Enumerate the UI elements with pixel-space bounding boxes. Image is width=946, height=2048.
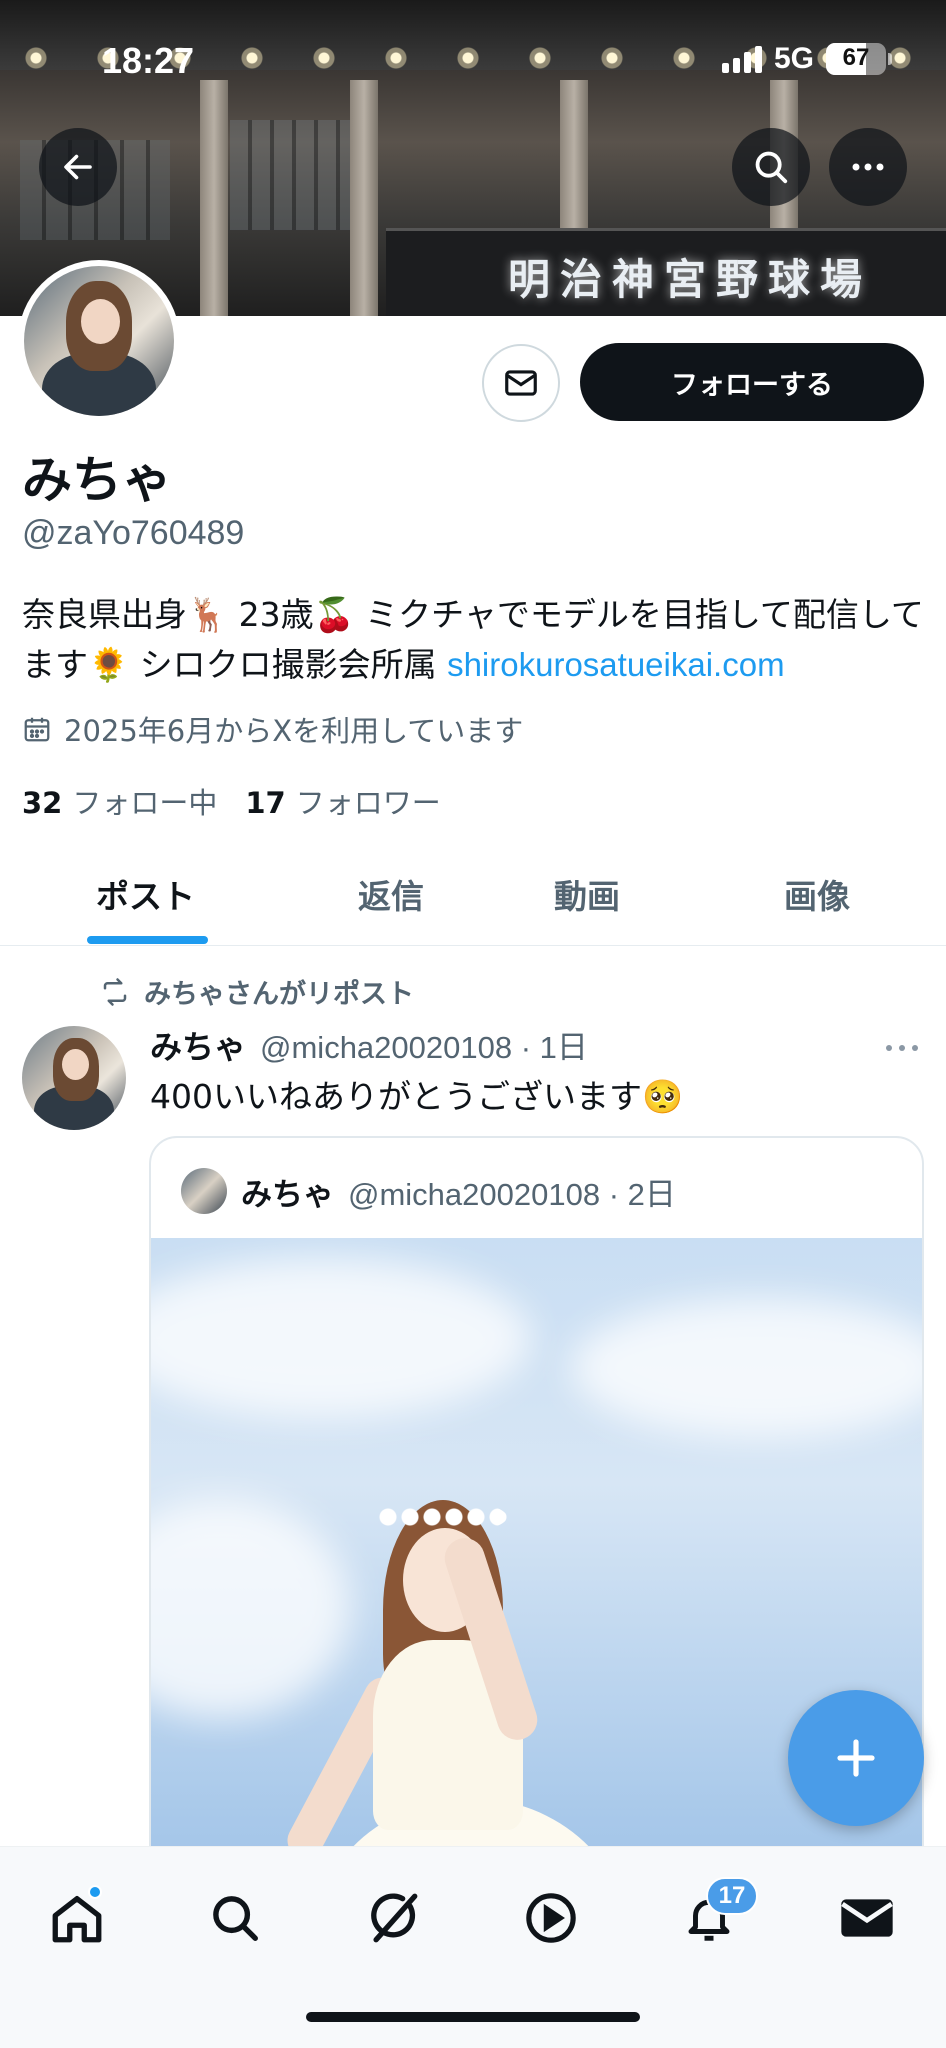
follow-stats: 32 フォロー中 17 フォロワー xyxy=(22,780,441,822)
arrow-left-icon xyxy=(64,154,92,180)
post-author-avatar[interactable] xyxy=(22,1026,126,1130)
nav-messages[interactable] xyxy=(828,1879,906,1957)
nav-search[interactable] xyxy=(196,1879,274,1957)
battery-nub xyxy=(888,53,892,65)
tab-replies[interactable]: 返信 xyxy=(358,870,424,918)
calendar-icon xyxy=(24,717,50,742)
banner-sign-text: 明治神宮野球場 xyxy=(508,255,873,304)
followers-label: フォロワー xyxy=(295,786,441,820)
post-more-button[interactable] xyxy=(884,1026,920,1061)
notifications-badge: 17 xyxy=(706,1877,758,1915)
post-author-name[interactable]: みちゃ xyxy=(150,1022,246,1068)
profile-tabs: ポスト 返信 動画 画像 xyxy=(0,840,946,946)
quoted-author-handle: @micha20020108 · 2日 xyxy=(348,1169,676,1214)
tab-media[interactable]: 画像 xyxy=(784,870,850,918)
follow-button[interactable]: フォローする xyxy=(580,343,924,421)
more-horizontal-icon xyxy=(886,1045,918,1051)
quoted-author-avatar xyxy=(181,1168,227,1214)
followers-link[interactable]: 17 フォロワー xyxy=(245,780,440,822)
back-button[interactable] xyxy=(39,128,117,206)
avatar-face xyxy=(81,299,120,344)
more-options-button[interactable] xyxy=(829,128,907,206)
tab-videos[interactable]: 動画 xyxy=(554,870,620,918)
repost-icon xyxy=(103,977,127,1006)
post-text: 400いいねありがとうございます🥺 xyxy=(150,1077,684,1116)
profile-bio: 奈良県出身🦌 23歳🍒 ミクチャでモデルを目指して配信してます🌻 シロクロ撮影会… xyxy=(22,590,932,690)
banner-window xyxy=(230,120,350,230)
nav-grok[interactable] xyxy=(354,1879,432,1957)
search-icon xyxy=(213,1896,258,1941)
more-horizontal-icon xyxy=(852,163,884,171)
banner-pillar xyxy=(200,80,228,316)
profile-avatar[interactable] xyxy=(18,260,180,422)
sky-cloud xyxy=(571,1298,922,1438)
following-label: フォロー中 xyxy=(72,786,218,820)
quoted-author-name: みちゃ xyxy=(241,1176,334,1213)
tab-posts[interactable]: ポスト xyxy=(96,870,195,918)
status-indicators: 5G 67 xyxy=(721,42,892,76)
plus-icon xyxy=(837,1739,875,1777)
joined-date: 2025年6月からXを利用しています xyxy=(22,708,523,750)
quoted-time: · 2日 xyxy=(608,1176,676,1212)
battery-icon: 67 xyxy=(826,43,886,75)
joined-text: 2025年6月からXを利用しています xyxy=(64,714,524,748)
post-time: · 1日 xyxy=(520,1030,588,1065)
bio-link[interactable]: shirokurosatueikai.com xyxy=(447,646,784,683)
repost-label: みちゃさんがリポスト xyxy=(144,979,414,1010)
repost-indicator[interactable]: みちゃさんがリポスト xyxy=(98,972,414,1011)
active-tab-indicator xyxy=(87,936,208,944)
battery-level: 67 xyxy=(842,44,870,71)
followers-count: 17 xyxy=(245,786,286,820)
banner-pillar xyxy=(350,80,378,316)
message-button[interactable] xyxy=(482,344,560,422)
following-link[interactable]: 32 フォロー中 xyxy=(22,780,217,822)
quoted-handle-text: @micha20020108 xyxy=(348,1176,601,1212)
envelope-icon xyxy=(841,1899,893,1937)
home-notification-dot xyxy=(88,1885,102,1899)
compose-post-button[interactable] xyxy=(788,1690,924,1826)
post-handle-text: @micha20020108 xyxy=(260,1030,513,1065)
avatar-face xyxy=(61,1048,89,1081)
quoted-post-header: みちゃ @micha20020108 · 2日 xyxy=(181,1168,676,1214)
avatar-image xyxy=(24,266,174,416)
nav-video[interactable] xyxy=(512,1879,590,1957)
nav-home[interactable] xyxy=(38,1879,116,1957)
profile-name: みちゃ xyxy=(22,451,172,509)
photo-flower-crown xyxy=(377,1500,507,1534)
home-indicator[interactable] xyxy=(306,2012,640,2022)
search-icon xyxy=(755,151,788,184)
following-count: 32 xyxy=(22,786,63,820)
sky-cloud xyxy=(151,1498,351,1718)
post-header: みちゃ @micha20020108 · 1日 xyxy=(150,1022,588,1068)
signal-icon xyxy=(721,45,762,73)
envelope-icon xyxy=(505,370,537,396)
video-icon xyxy=(526,1893,576,1943)
grok-icon xyxy=(371,1893,418,1943)
nav-notifications[interactable]: 17 xyxy=(670,1877,758,1957)
post-author-handle: @micha20020108 · 1日 xyxy=(260,1022,588,1067)
status-time: 18:27 xyxy=(102,40,195,81)
sky-cloud xyxy=(151,1258,531,1418)
network-type: 5G xyxy=(773,42,814,75)
search-button[interactable] xyxy=(732,128,810,206)
profile-handle: @zaYo760489 xyxy=(22,514,245,552)
